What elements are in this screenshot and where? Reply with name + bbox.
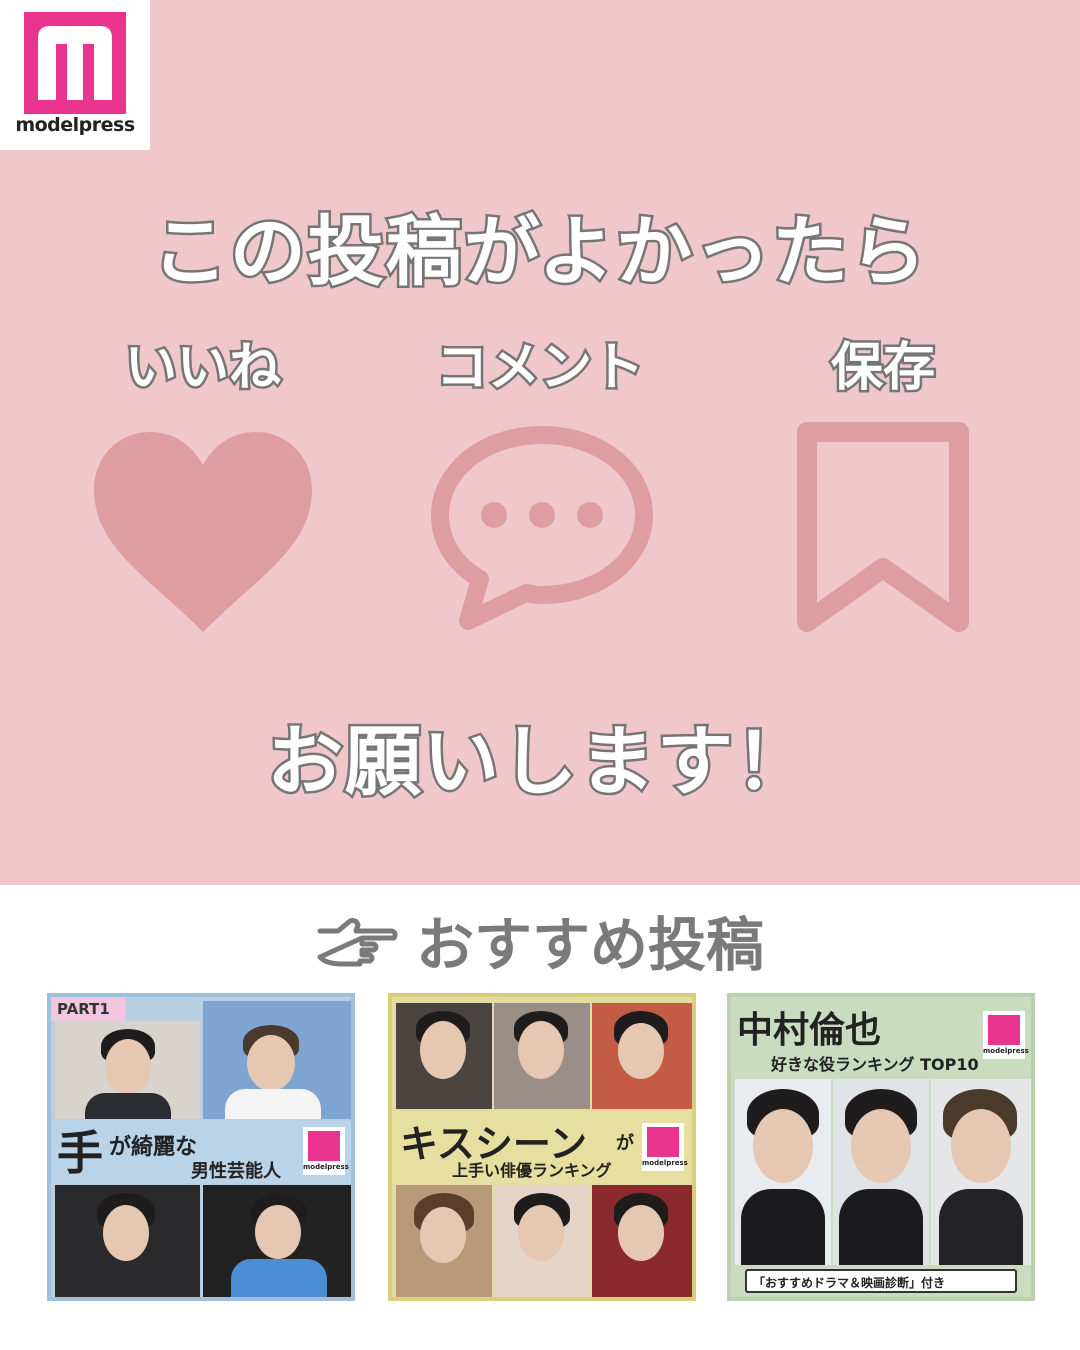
photo (735, 1079, 831, 1265)
cta-headline: この投稿がよかったら (149, 205, 929, 299)
recommended-post-3[interactable]: 中村倫也 好きな役ランキング TOP10 modelpress 「おすすめドラマ… (727, 993, 1035, 1301)
cta-closing: お願いします！ (265, 715, 814, 809)
logo-text: modelpress (15, 114, 135, 136)
part-tag-text: PART1 (57, 1000, 110, 1018)
photo (833, 1079, 929, 1265)
bookmark-icon[interactable] (795, 420, 971, 634)
photo (396, 1185, 492, 1297)
title-band: キスシーン が 上手い俳優ランキング modelpress (392, 1111, 692, 1183)
subtitle: 好きな役ランキング TOP10 (771, 1055, 979, 1074)
footer-text: 「おすすめドラマ＆映画診断」付き (753, 1276, 946, 1290)
heart-icon[interactable] (92, 430, 314, 635)
mini-logo: modelpress (983, 1011, 1029, 1059)
title-big: 中村倫也 (737, 1010, 882, 1051)
title-band: 中村倫也 好きな役ランキング TOP10 modelpress (731, 997, 1031, 1077)
pointing-hand-icon (316, 915, 398, 983)
photo (396, 1003, 492, 1109)
photo (592, 1003, 692, 1109)
title-band: 手 が綺麗な 男性芸能人 modelpress (51, 1121, 351, 1183)
like-label: いいね (122, 336, 283, 401)
speech-bubble-icon[interactable] (428, 425, 656, 635)
photo (55, 1021, 200, 1119)
cta-panel: modelpress この投稿がよかったら いいね コメント 保存 お願いします… (0, 0, 1080, 885)
photo (931, 1079, 1031, 1265)
title-rest: が綺麗な (109, 1135, 198, 1160)
photo (203, 1185, 351, 1297)
title-big: 手 (57, 1126, 103, 1180)
recommended-title: おすすめ投稿 (0, 898, 1080, 983)
save-label: 保存 (828, 336, 937, 401)
title-rest: が (616, 1133, 634, 1154)
photo (494, 1003, 590, 1109)
mini-logo: modelpress (303, 1127, 349, 1175)
recommended-post-2[interactable]: キスシーン が 上手い俳優ランキング modelpress (388, 993, 696, 1301)
mini-logo: modelpress (642, 1123, 688, 1171)
subtitle: 上手い俳優ランキング (452, 1161, 612, 1180)
recommended-title-text: おすすめ投稿 (415, 911, 764, 979)
footer-banner: 「おすすめドラマ＆映画診断」付き (745, 1269, 1017, 1293)
photo (203, 1001, 351, 1119)
subtitle: 男性芸能人 (191, 1161, 281, 1182)
modelpress-logo: modelpress (0, 0, 150, 150)
photo (55, 1185, 200, 1297)
recommended-post-1[interactable]: PART1 手 が綺麗な 男性芸能人 modelpress (47, 993, 355, 1301)
logo-mark (24, 12, 126, 114)
part-tag: PART1 (51, 997, 125, 1021)
photo (494, 1185, 590, 1297)
comment-label: コメント (433, 336, 646, 401)
photo (592, 1185, 692, 1297)
